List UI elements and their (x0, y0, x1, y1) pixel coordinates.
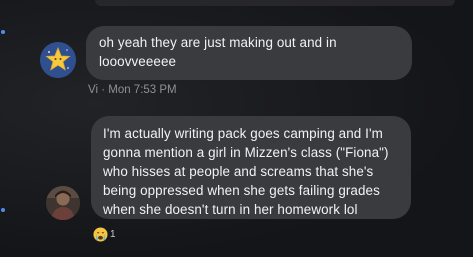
star-avatar[interactable] (40, 42, 76, 78)
message-line: being oppressed when she gets failing gr… (103, 183, 380, 198)
message-line: gonna mention a girl in Mizzen's class (… (103, 145, 389, 160)
message-meta-timestamp: Vi · Mon 7:53 PM (88, 84, 177, 96)
reaction-count: 1 (110, 228, 116, 240)
photo-avatar[interactable] (46, 186, 80, 220)
unread-indicator-dot (1, 208, 5, 212)
message-bubble-vi[interactable]: oh yeah they are just making out and in … (86, 26, 412, 80)
star-icon (40, 42, 76, 78)
message-line: oh yeah they are just making out and in (99, 35, 337, 50)
person-photo-icon (46, 186, 80, 220)
unread-indicator-dot (1, 30, 5, 34)
message-line: I'm actually writing pack goes camping a… (103, 126, 383, 141)
reaction-badge[interactable]: 1 (93, 225, 116, 243)
message-line: who hisses at people and screams that sh… (103, 164, 374, 179)
message-bubble-story[interactable]: I'm actually writing pack goes camping a… (91, 116, 411, 219)
message-line: looovveeeee (99, 54, 177, 69)
crying-face-icon (93, 226, 108, 242)
previous-message-bubble-edge (95, 0, 455, 6)
message-line: when she doesn't turn in her homework lo… (103, 202, 358, 217)
chat-thread: oh yeah they are just making out and in … (0, 0, 473, 257)
